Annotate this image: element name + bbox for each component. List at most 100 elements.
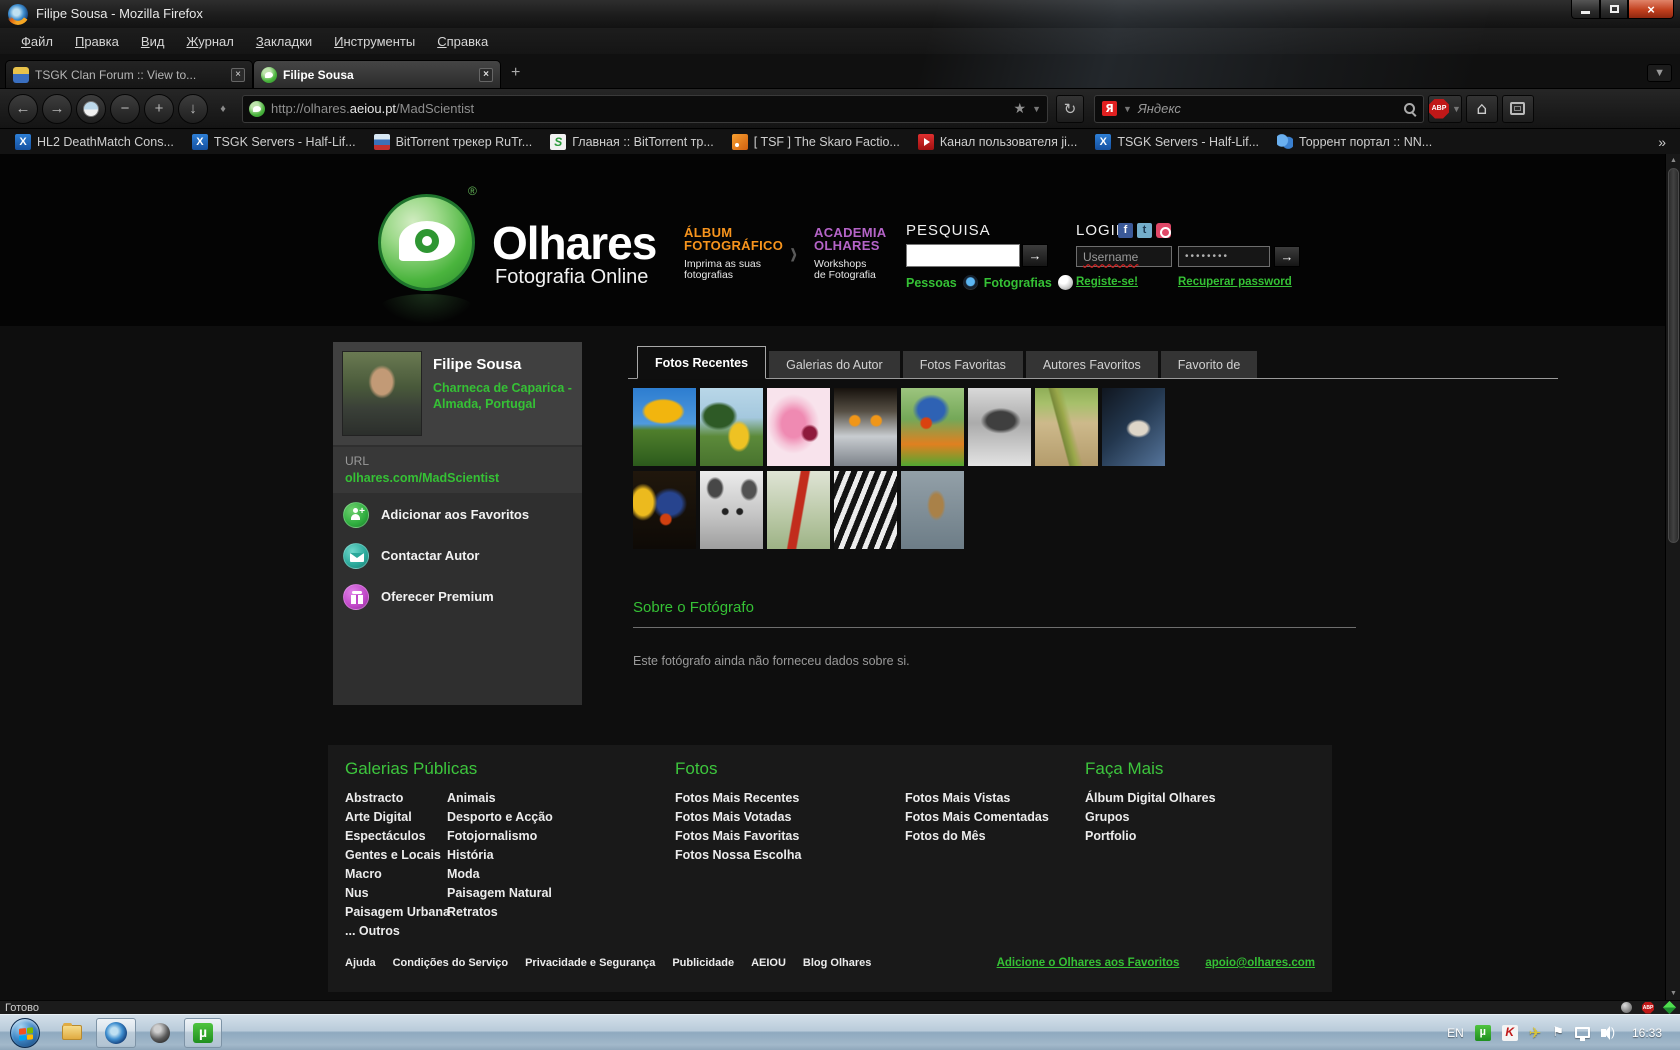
footer-legal-link[interactable]: Blog Olhares [803, 957, 871, 969]
album-fotografico-promo[interactable]: ÁLBUMFOTOGRÁFICO Imprima as suasfotograf… [684, 226, 789, 281]
footer-link[interactable]: Arte Digital [345, 808, 450, 827]
adblock-plus-button[interactable]: ABP ▼ [1428, 95, 1462, 123]
footer-link[interactable]: Desporto e Acção [447, 808, 553, 827]
search-icon[interactable] [1404, 103, 1416, 115]
footer-legal-link[interactable]: AEIOU [751, 957, 786, 969]
menu-bookmarks[interactable]: Закладки [245, 31, 323, 52]
adblock-status-icon[interactable]: ABP [1642, 1002, 1654, 1014]
menu-file[interactable]: Файл [10, 31, 64, 52]
contact-author-button[interactable]: Contactar Autor [333, 536, 582, 575]
webdev-cube-icon[interactable] [1663, 1001, 1676, 1014]
list-all-tabs-button[interactable]: ▼ [1647, 64, 1672, 82]
footer-link[interactable]: Fotos Mais Favoritas [675, 827, 801, 846]
tab-galerias-do-autor[interactable]: Galerias do Autor [769, 351, 900, 378]
site-search-input[interactable] [906, 244, 1020, 267]
zoom-out-button[interactable]: − [110, 94, 140, 124]
bookmark-item[interactable]: XTSGK Servers - Half-Lif... [1086, 134, 1268, 150]
footer-link[interactable]: Gentes e Locais [345, 846, 450, 865]
search-bar[interactable]: Я ▼ Яндекс [1094, 95, 1424, 123]
yandex-engine-icon[interactable]: Я [1102, 101, 1117, 116]
footer-link[interactable]: Fotos Mais Vistas [905, 789, 1049, 808]
radio-fotografias[interactable] [1058, 275, 1073, 290]
footer-link[interactable]: ... Outros [345, 922, 450, 941]
footer-link[interactable]: Nus [345, 884, 450, 903]
footer-link[interactable]: Abstracto [345, 789, 450, 808]
photo-thumbnail[interactable] [834, 471, 897, 549]
tab-groups-button[interactable] [1502, 95, 1534, 123]
tab-autores-favoritos[interactable]: Autores Favoritos [1026, 351, 1158, 378]
menu-history[interactable]: Журнал [175, 31, 244, 52]
photo-thumbnail[interactable] [767, 471, 830, 549]
page-scrollbar[interactable]: ▲ ▼ [1665, 154, 1680, 1000]
close-button[interactable]: × [1628, 0, 1674, 19]
bookmark-item[interactable]: XTSGK Servers - Half-Lif... [183, 134, 365, 150]
forward-button[interactable]: → [42, 94, 72, 124]
photo-thumbnail[interactable] [633, 471, 696, 549]
footer-link[interactable]: Fotos Nossa Escolha [675, 846, 801, 865]
footer-link[interactable]: Moda [447, 865, 553, 884]
menu-tools[interactable]: Инструменты [323, 31, 426, 52]
photo-thumbnail[interactable] [901, 388, 964, 466]
footer-link[interactable]: Paisagem Natural [447, 884, 553, 903]
photo-thumbnail[interactable] [700, 388, 763, 466]
minimize-button[interactable] [1571, 0, 1600, 19]
home-button[interactable]: ⌂ [1466, 95, 1498, 123]
bookmark-item[interactable]: SГлавная :: BitTorrent тр... [541, 134, 723, 150]
add-to-favorites-button[interactable]: + Adicionar aos Favoritos [333, 495, 582, 534]
browser-tab-filipe-sousa[interactable]: Filipe Sousa × [253, 60, 501, 88]
photo-thumbnail[interactable] [968, 388, 1031, 466]
radio-pessoas[interactable] [963, 275, 978, 290]
network-tray-icon[interactable] [1575, 1027, 1590, 1038]
academia-olhares-promo[interactable]: ACADEMIAOLHARES Workshopsde Fotografia [814, 226, 904, 281]
footer-link[interactable]: Espectáculos [345, 827, 450, 846]
scrollbar-thumb[interactable] [1668, 168, 1679, 543]
bookmark-item[interactable]: [ TSF ] The Skaro Factio... [723, 134, 909, 150]
taskbar-firefox-button[interactable] [96, 1018, 136, 1048]
footer-link[interactable]: Álbum Digital Olhares [1085, 789, 1216, 808]
footer-link[interactable]: Fotos Mais Recentes [675, 789, 801, 808]
new-tab-button[interactable]: + [501, 62, 530, 88]
photo-thumbnail[interactable] [1102, 388, 1165, 466]
search-placeholder[interactable]: Яндекс [1138, 101, 1398, 116]
footer-link[interactable]: História [447, 846, 553, 865]
scroll-up-arrow[interactable]: ▲ [1666, 154, 1680, 167]
addon-screenshot-button[interactable] [76, 94, 106, 124]
olhares-logo-icon[interactable] [378, 194, 475, 291]
footer-link[interactable]: Portfolio [1085, 827, 1216, 846]
menu-view[interactable]: Вид [130, 31, 176, 52]
bookmark-star-icon[interactable]: ★ [1014, 100, 1027, 117]
footer-link[interactable]: Fotos do Mês [905, 827, 1049, 846]
photo-thumbnail[interactable] [901, 471, 964, 549]
volume-tray-icon[interactable] [1601, 1029, 1606, 1037]
footer-link[interactable]: Animais [447, 789, 553, 808]
addon-status-icon[interactable] [1621, 1002, 1632, 1013]
bookmark-item[interactable]: XHL2 DeathMatch Cons... [6, 134, 183, 150]
addon-misc-icon[interactable]: ♦ [212, 98, 234, 120]
footer-link[interactable]: Fotos Mais Comentadas [905, 808, 1049, 827]
bookmark-item[interactable]: Торрент портал :: NN... [1268, 134, 1441, 150]
zoom-in-button[interactable]: + [144, 94, 174, 124]
maximize-button[interactable] [1600, 0, 1628, 19]
offer-premium-button[interactable]: Oferecer Premium [333, 577, 582, 616]
password-field[interactable]: •••••••• [1178, 246, 1270, 267]
bookmark-item[interactable]: BitTorrent трекер RuTr... [365, 134, 542, 150]
urlbar-dropdown-icon[interactable]: ▼ [1032, 104, 1041, 114]
footer-link[interactable]: Macro [345, 865, 450, 884]
tab-fotos-recentes[interactable]: Fotos Recentes [637, 346, 766, 379]
twitter-login-icon[interactable]: t [1137, 223, 1152, 238]
photo-thumbnail[interactable] [834, 388, 897, 466]
photo-thumbnail[interactable] [767, 388, 830, 466]
profile-url-link[interactable]: olhares.com/MadScientist [345, 471, 499, 485]
orkut-login-icon[interactable] [1156, 223, 1171, 238]
footer-link[interactable]: Grupos [1085, 808, 1216, 827]
reload-button[interactable]: ↻ [1056, 95, 1084, 123]
footer-legal-link[interactable]: Ajuda [345, 957, 376, 969]
footer-link[interactable]: Fotojornalismo [447, 827, 553, 846]
register-link[interactable]: Registe-se! [1076, 276, 1138, 288]
site-brand[interactable]: Olhares [492, 216, 656, 270]
browser-tab-tsgk[interactable]: TSGK Clan Forum :: View to... × [5, 60, 253, 88]
facebook-login-icon[interactable]: f [1118, 223, 1133, 238]
recover-password-link[interactable]: Recuperar password [1178, 276, 1292, 288]
photo-thumbnail[interactable] [700, 471, 763, 549]
add-olhares-favorites-link[interactable]: Adicione o Olhares aos Favoritos [997, 957, 1180, 969]
